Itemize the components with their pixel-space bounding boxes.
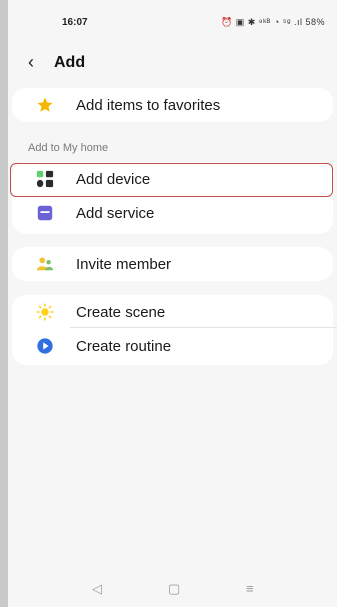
status-time: 16:07 xyxy=(62,17,88,28)
create-routine-label: Create routine xyxy=(76,337,172,355)
section-label: Add to My home xyxy=(28,142,109,154)
back-icon[interactable]: ‹ xyxy=(28,52,34,73)
invite-member-label: Invite member xyxy=(76,255,172,273)
invite-card: Invite member xyxy=(12,247,333,281)
add-service-label: Add service xyxy=(76,204,155,222)
automation-card: Create scene Create routine xyxy=(12,295,333,365)
nav-recents-icon[interactable]: ≡ xyxy=(246,581,254,596)
status-bar: 16:07 ⏰ ▣ ✱ ⁹ᵏᴮ ◔ ⁵ᵍ .ıl 58% xyxy=(8,0,337,36)
service-icon xyxy=(36,204,54,222)
add-to-favorites-label: Add items to favorites xyxy=(76,96,221,114)
create-routine-item[interactable]: Create routine xyxy=(12,329,333,363)
create-scene-item[interactable]: Create scene xyxy=(12,295,333,329)
status-icons: ⏰ ▣ ✱ ⁹ᵏᴮ ◔ ⁵ᵍ .ıl 58% xyxy=(221,17,325,27)
star-icon xyxy=(36,96,54,114)
create-scene-label: Create scene xyxy=(76,303,166,321)
favorites-card: Add items to favorites xyxy=(12,88,333,122)
header: ‹ Add xyxy=(8,50,337,78)
divider xyxy=(70,327,337,328)
member-icon xyxy=(36,255,54,273)
phone-screen: 16:07 ⏰ ▣ ✱ ⁹ᵏᴮ ◔ ⁵ᵍ .ıl 58% ‹ Add Add i… xyxy=(8,0,337,607)
sun-icon xyxy=(36,303,54,321)
invite-member-item[interactable]: Invite member xyxy=(12,247,333,281)
nav-home-icon[interactable]: ▢ xyxy=(168,581,180,597)
play-icon xyxy=(36,337,54,355)
navigation-bar: ◁ ▢ ≡ xyxy=(8,573,337,607)
add-service-item[interactable]: Add service xyxy=(12,196,333,230)
nav-back-icon[interactable]: ◁ xyxy=(92,581,102,597)
page-title: Add xyxy=(54,54,86,71)
add-to-favorites-item[interactable]: Add items to favorites xyxy=(12,88,333,122)
selection-highlight xyxy=(10,163,333,197)
